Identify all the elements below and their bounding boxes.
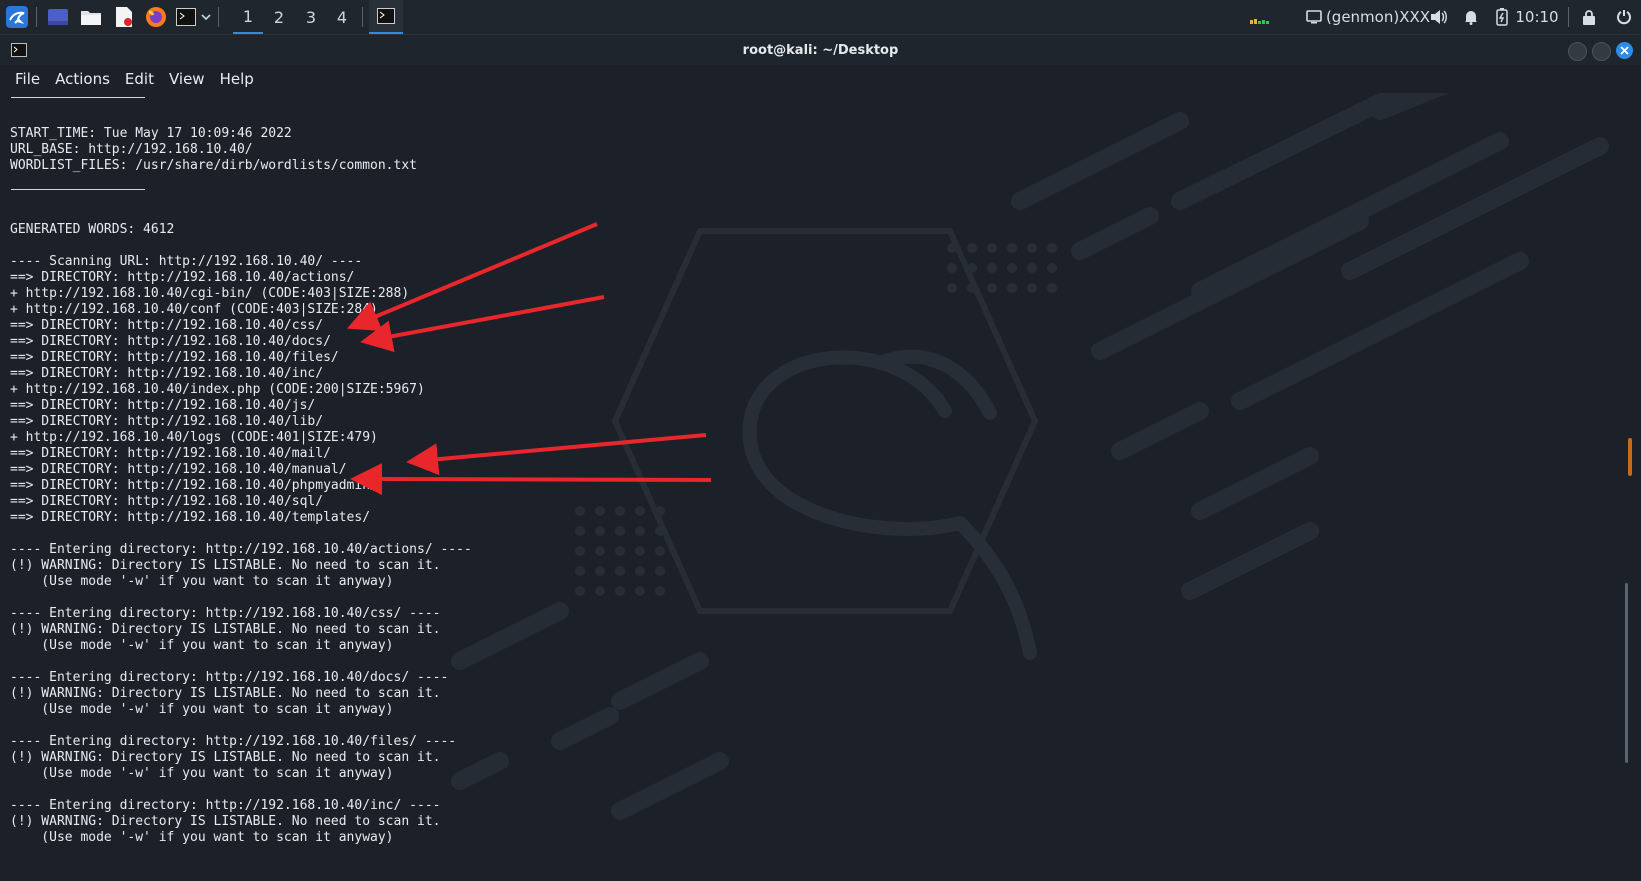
menu-edit[interactable]: Edit [118, 70, 162, 88]
kali-dragon-icon[interactable] [2, 0, 32, 34]
firefox-icon[interactable] [141, 0, 171, 34]
terminal-output-area[interactable]: START_TIME: Tue May 17 10:09:46 2022 URL_… [0, 93, 1634, 881]
volume-icon[interactable] [1428, 0, 1450, 34]
close-icon [1620, 46, 1629, 55]
bell-icon[interactable] [1460, 0, 1482, 34]
maximize-button[interactable] [1592, 42, 1611, 61]
workspace-4[interactable]: 4 [327, 0, 357, 34]
scrollbar[interactable] [1625, 583, 1628, 763]
terminal-icon [11, 42, 27, 61]
menu-view[interactable]: View [162, 70, 213, 88]
window-title: root@kali: ~/Desktop [742, 42, 899, 58]
cpu-graph-icon [1250, 0, 1270, 34]
lock-icon[interactable] [1578, 0, 1600, 34]
monitor-icon[interactable] [1303, 0, 1325, 34]
workspace-3[interactable]: 3 [296, 0, 326, 34]
taskbar-terminal-window[interactable] [369, 0, 403, 34]
genmon-label[interactable]: (genmon)XXX [1326, 0, 1430, 34]
battery-icon[interactable] [1493, 0, 1511, 34]
menu-help[interactable]: Help [213, 70, 262, 88]
panel-separator [362, 7, 363, 27]
folder-icon[interactable] [76, 0, 106, 34]
menu-actions[interactable]: Actions [48, 70, 118, 88]
workspace-2[interactable]: 2 [264, 0, 294, 34]
panel-separator [36, 7, 37, 27]
annotation-arrow-docs [346, 222, 598, 332]
chevron-down-icon[interactable] [199, 0, 213, 34]
annotation-arrow-phpmyadmin [406, 433, 707, 476]
annotation-arrow-sql [350, 463, 712, 496]
workspace-1[interactable]: 1 [233, 0, 263, 34]
menu-file[interactable]: File [0, 70, 48, 88]
window-titlebar[interactable]: root@kali: ~/Desktop [0, 35, 1641, 65]
close-button[interactable] [1616, 42, 1633, 59]
panel-separator [1568, 7, 1569, 27]
annotation-arrows [346, 222, 712, 496]
scroll-position-marker [1628, 438, 1632, 476]
power-icon[interactable] [1612, 0, 1636, 34]
desktop-icon[interactable] [43, 0, 73, 34]
text-editor-icon[interactable] [109, 0, 139, 34]
menu-bar: File Actions Edit View Help [0, 65, 1641, 93]
clock[interactable]: 10:10 [1512, 0, 1562, 34]
panel-separator [218, 7, 219, 27]
minimize-button[interactable] [1568, 42, 1587, 61]
top-panel: 1 2 3 4 (genmon)XXX 10:10 [0, 0, 1641, 35]
terminal-icon [377, 8, 395, 24]
terminal-icon[interactable] [175, 0, 197, 34]
